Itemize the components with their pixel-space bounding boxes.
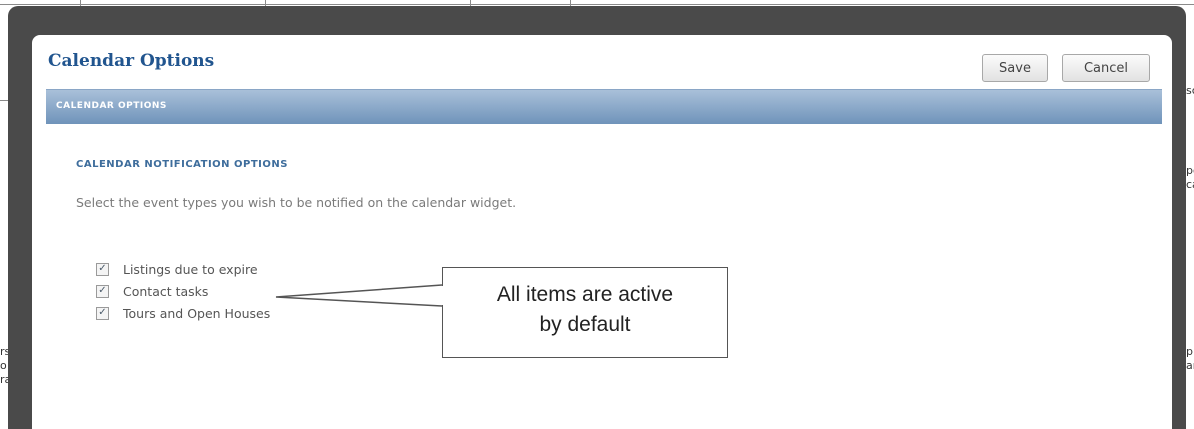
option-listings-due[interactable]: ✓ Listings due to expire	[96, 260, 258, 278]
cancel-button[interactable]: Cancel	[1062, 54, 1150, 82]
background-text-fragment: sc	[1186, 85, 1194, 97]
background-divider	[0, 100, 8, 101]
notification-options-heading: CALENDAR NOTIFICATION OPTIONS	[76, 159, 288, 170]
background-text-fragment: ra	[0, 374, 8, 386]
dialog-title: Calendar Options	[48, 51, 215, 71]
annotation-callout: All items are active by default	[442, 267, 728, 358]
background-text-fragment: ca	[1186, 179, 1194, 191]
checkbox-tours-open-houses[interactable]: ✓	[96, 306, 109, 320]
background-text-fragment: pr	[1186, 346, 1194, 358]
calendar-options-dialog: Calendar Options Save Cancel CALENDAR OP…	[32, 35, 1172, 429]
section-header-bar: CALENDAR OPTIONS	[46, 89, 1162, 124]
background-text-fragment: o a	[0, 360, 8, 372]
option-label: Contact tasks	[123, 283, 209, 299]
option-tours-open-houses[interactable]: ✓ Tours and Open Houses	[96, 304, 270, 322]
callout-line-2: by default	[539, 313, 631, 336]
background-text-fragment: rst	[0, 346, 8, 358]
background-divider	[0, 4, 1194, 5]
background-text-fragment: ar	[1186, 360, 1194, 372]
notification-options-description: Select the event types you wish to be no…	[76, 195, 517, 210]
option-label: Tours and Open Houses	[123, 305, 271, 321]
checkbox-contact-tasks[interactable]: ✓	[96, 284, 109, 298]
option-label: Listings due to expire	[123, 261, 258, 277]
section-header-label: CALENDAR OPTIONS	[56, 101, 167, 111]
callout-line-1: All items are active	[496, 283, 674, 306]
save-button[interactable]: Save	[982, 54, 1048, 82]
option-contact-tasks[interactable]: ✓ Contact tasks	[96, 282, 208, 300]
checkbox-listings-due[interactable]: ✓	[96, 262, 109, 276]
background-text-fragment: po	[1186, 165, 1194, 177]
